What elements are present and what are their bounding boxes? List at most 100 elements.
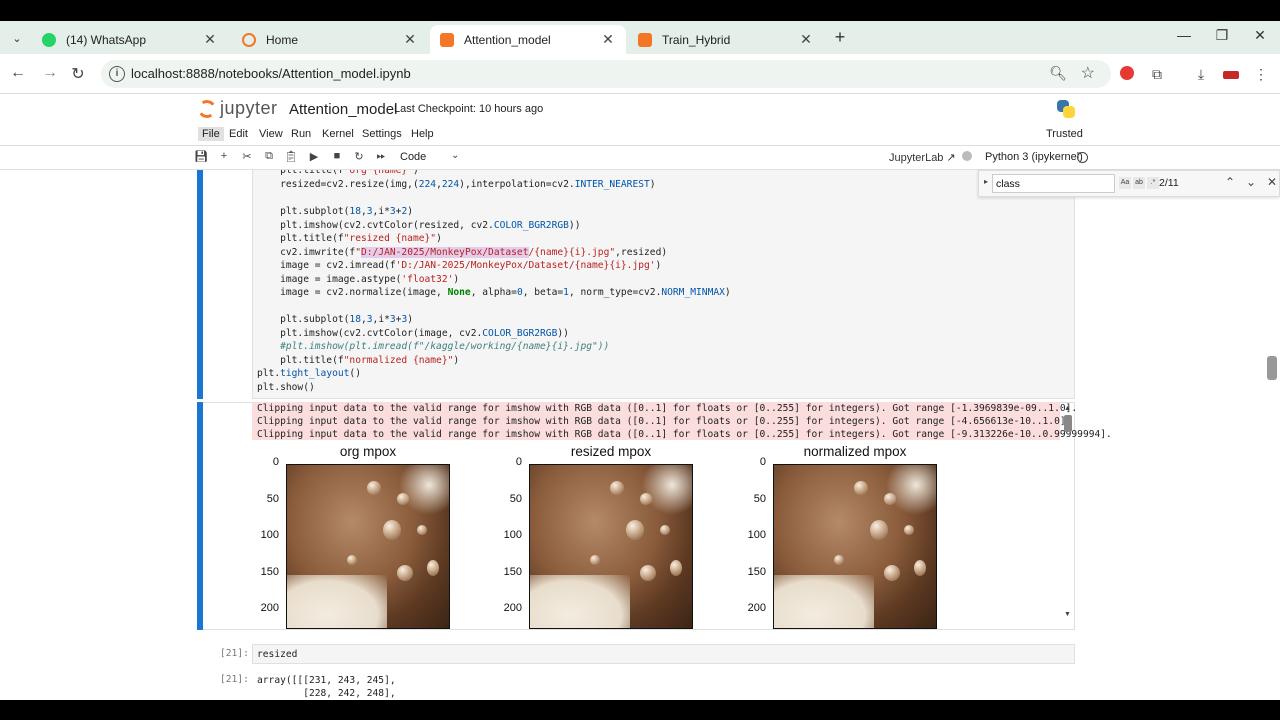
notebook-toolbar: 💾︎ + ✂ ⧉ 📋︎ ▶ ■ ↻ ⏩︎ Code ⌄ JupyterLab ↗… <box>0 146 1280 170</box>
mpox-image <box>529 464 693 629</box>
tab-train-hybrid[interactable]: Train_Hybrid ✕ <box>628 25 824 54</box>
tab-whatsapp[interactable]: (14) WhatsApp ✕ <box>32 25 228 54</box>
save-icon[interactable]: 💾︎ <box>194 150 208 163</box>
code-line[interactable]: resized <box>257 648 297 662</box>
menu-file[interactable]: File <box>198 127 224 141</box>
tab-attention-model[interactable]: Attention_model ✕ <box>430 25 626 54</box>
code-line[interactable]: plt.imshow(cv2.cvtColor(resized, cv2.COL… <box>257 219 580 233</box>
stop-icon[interactable]: ■ <box>330 150 344 162</box>
tab-home[interactable]: Home ✕ <box>232 25 428 54</box>
notebook-favicon-icon <box>638 32 652 47</box>
code-line[interactable]: plt.title(f"resized {name}") <box>257 232 442 246</box>
page-scrollbar-thumb[interactable] <box>1267 356 1277 380</box>
scroll-up-icon[interactable]: ▲ <box>1064 405 1071 412</box>
jupyter-header: jupyter Attention_model Last Checkpoint:… <box>0 94 1280 124</box>
previous-match-icon[interactable]: ⌃ <box>1223 175 1237 189</box>
copy-icon[interactable]: ⧉ <box>262 150 276 163</box>
insert-cell-icon[interactable]: + <box>217 150 231 162</box>
close-tab-icon[interactable]: ✕ <box>202 31 218 48</box>
extension-badge-icon[interactable] <box>1118 66 1136 83</box>
forward-arrow-icon[interactable]: → <box>40 64 60 82</box>
url-text[interactable]: localhost:8888/notebooks/Attention_model… <box>131 66 411 81</box>
new-tab-plus-icon[interactable]: + <box>830 27 850 48</box>
tab-title: (14) WhatsApp <box>66 32 147 47</box>
code-line[interactable]: image = cv2.imread(f'D:/JAN-2025/MonkeyP… <box>257 259 661 273</box>
run-icon[interactable]: ▶ <box>307 150 321 163</box>
output-active-indicator[interactable] <box>197 402 203 630</box>
toggle-replace-icon[interactable]: ▸ <box>984 177 988 186</box>
menu-help[interactable]: Help <box>407 127 438 141</box>
tab-title: Home <box>266 32 299 47</box>
scroll-down-icon[interactable]: ▼ <box>1064 611 1071 618</box>
chevron-down-icon[interactable]: ⌄ <box>451 150 459 161</box>
output-scrollbar[interactable]: ▲ ▼ <box>1062 403 1074 626</box>
window-close-icon[interactable]: ✕ <box>1250 27 1270 44</box>
code-line[interactable]: image = image.astype('float32') <box>257 273 459 287</box>
close-tab-icon[interactable]: ✕ <box>798 31 814 48</box>
minimize-icon[interactable]: — <box>1174 27 1194 43</box>
close-tab-icon[interactable]: ✕ <box>402 31 418 48</box>
restart-run-all-icon[interactable]: ⏩︎ <box>374 150 388 163</box>
whole-word-icon[interactable]: ab <box>1133 177 1145 189</box>
y-tick-label: 150 <box>260 566 279 578</box>
maximize-icon[interactable]: ❐ <box>1212 27 1232 44</box>
subplot-title: org mpox <box>339 444 397 459</box>
notebook-area: plt.title(f"org {name}") resized=cv2.res… <box>0 170 1280 700</box>
find-input[interactable]: class <box>992 174 1115 193</box>
code-line[interactable]: #plt.imshow(plt.imread(f"/kaggle/working… <box>257 340 609 354</box>
code-line[interactable]: plt.title(f"org {name}") <box>257 170 419 178</box>
trusted-indicator[interactable]: Trusted <box>1040 127 1089 141</box>
menu-view[interactable]: View <box>255 127 287 141</box>
next-match-icon[interactable]: ⌄ <box>1244 175 1258 189</box>
kernel-settings-icon[interactable] <box>962 151 972 161</box>
bookmark-star-icon[interactable]: ☆ <box>1081 63 1095 83</box>
paste-icon[interactable]: 📋︎ <box>284 150 298 163</box>
tab-title: Attention_model <box>464 32 551 47</box>
site-info-icon[interactable]: i <box>109 66 125 82</box>
menu-kernel[interactable]: Kernel <box>318 127 358 141</box>
close-find-icon[interactable]: ✕ <box>1265 175 1279 189</box>
bottom-black-band <box>0 700 1280 720</box>
cell-prompt: [21]: <box>220 648 249 659</box>
output-line: array([[[231, 243, 245], <box>257 675 396 686</box>
kernel-name[interactable]: Python 3 (ipykernel) <box>985 151 1083 163</box>
match-case-icon[interactable]: Aa <box>1119 177 1131 189</box>
tab-search-chevron-icon[interactable]: ⌄ <box>6 27 28 49</box>
menu-settings[interactable]: Settings <box>358 127 406 141</box>
search-zoom-icon[interactable]: 🔍︎ <box>1049 65 1067 82</box>
download-icon[interactable]: ⤓ <box>1192 66 1210 83</box>
code-line[interactable]: plt.imshow(cv2.cvtColor(image, cv2.COLOR… <box>257 327 569 341</box>
code-line[interactable]: image = cv2.normalize(image, None, alpha… <box>257 286 731 300</box>
regex-icon[interactable]: .* <box>1147 177 1159 189</box>
jupyterlab-link[interactable]: JupyterLab ↗ <box>889 151 956 164</box>
code-line[interactable]: plt.subplot(18,3,i*3+3) <box>257 313 413 327</box>
code-cell-editor[interactable]: resized <box>252 644 1075 664</box>
restart-icon[interactable]: ↻ <box>352 150 366 163</box>
reload-icon[interactable]: ↻ <box>68 64 88 84</box>
code-line[interactable]: plt.tight_layout() <box>257 367 361 381</box>
notebook-name[interactable]: Attention_model <box>289 101 397 118</box>
code-line[interactable]: resized=cv2.resize(img,(224,224),interpo… <box>257 178 655 192</box>
code-line[interactable]: cv2.imwrite(f"D:/JAN-2025/MonkeyPox/Data… <box>257 246 667 260</box>
scrollbar-thumb[interactable] <box>1064 415 1072 432</box>
menu-edit[interactable]: Edit <box>225 127 252 141</box>
cut-icon[interactable]: ✂ <box>240 150 254 163</box>
code-line[interactable]: plt.show() <box>257 381 315 395</box>
output-prompt: [21]: <box>220 674 249 685</box>
extensions-puzzle-icon[interactable]: ⧉ <box>1148 66 1166 83</box>
y-tick-label: 100 <box>503 529 522 541</box>
address-bar[interactable]: i localhost:8888/notebooks/Attention_mod… <box>101 60 1111 88</box>
stderr-output: Clipping input data to the valid range f… <box>252 402 1112 440</box>
navigation-bar: ← → ↻ i localhost:8888/notebooks/Attenti… <box>0 54 1280 94</box>
code-line[interactable]: plt.subplot(18,3,i*3+2) <box>257 205 413 219</box>
close-tab-icon[interactable]: ✕ <box>600 31 616 48</box>
browser-menu-icon[interactable]: ⋮ <box>1252 66 1270 83</box>
jupyter-logo[interactable]: jupyter <box>196 98 278 119</box>
mpox-image <box>286 464 450 629</box>
cell-type-select[interactable]: Code <box>400 151 426 163</box>
y-tick-label: 0 <box>515 456 522 468</box>
back-arrow-icon[interactable]: ← <box>8 64 28 82</box>
profile-icon[interactable] <box>1222 66 1240 82</box>
menu-run[interactable]: Run <box>287 127 315 141</box>
code-line[interactable]: plt.title(f"normalized {name}") <box>257 354 459 368</box>
